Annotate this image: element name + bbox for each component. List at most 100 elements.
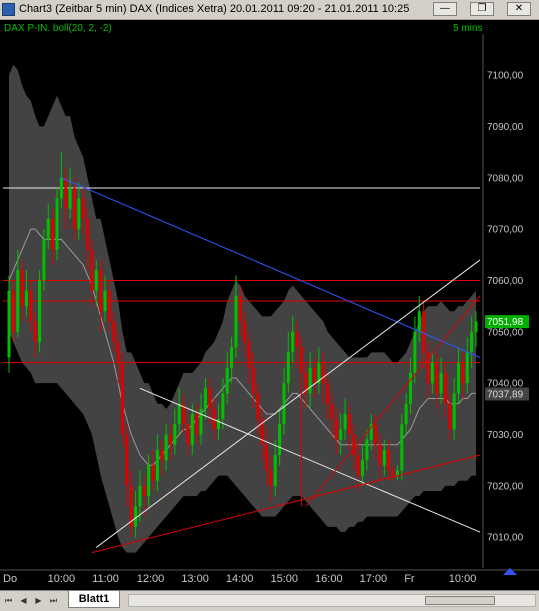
candle-body bbox=[378, 444, 382, 466]
chart-area[interactable]: 7100,00 7090,00 7080,00 7070,00 7060,00 7050,… bbox=[0, 20, 539, 590]
title-bar: Chart3 (Zeitbar 5 min) DAX (Indices Xetr… bbox=[0, 0, 539, 20]
indicator-label: DAX P-IN. boll(20, 2, -2) bbox=[4, 23, 112, 34]
candle-body bbox=[177, 403, 181, 425]
candle-body bbox=[339, 429, 343, 440]
candle-body bbox=[243, 321, 247, 343]
candle-body bbox=[203, 388, 207, 409]
minimize-button[interactable]: — bbox=[433, 2, 457, 16]
candle-body bbox=[457, 362, 461, 394]
candle-body bbox=[20, 270, 24, 307]
sheet-next-button[interactable]: ▶ bbox=[33, 595, 44, 606]
y-tick-label: 7020,00 bbox=[487, 481, 524, 492]
candle-body bbox=[46, 218, 50, 240]
x-tick-label: Fr bbox=[404, 573, 415, 585]
candle-body bbox=[417, 311, 421, 332]
candle-body bbox=[190, 413, 194, 445]
candle-body bbox=[313, 367, 317, 384]
candle-body bbox=[186, 424, 190, 445]
candle-body bbox=[208, 388, 212, 409]
candle-body bbox=[142, 485, 146, 497]
candle-body bbox=[94, 270, 98, 291]
status-bar: ⏮ ◀ ▶ ⏭ Blatt1 bbox=[0, 590, 539, 611]
window-title: Chart3 (Zeitbar 5 min) DAX (Indices Xetr… bbox=[19, 3, 410, 15]
candle-body bbox=[286, 352, 290, 384]
candle-body bbox=[413, 331, 417, 373]
secondary-price-label: 7037,89 bbox=[487, 389, 524, 400]
candle-body bbox=[72, 188, 76, 230]
x-tick-label: 17:00 bbox=[360, 573, 388, 585]
x-tick-label: 12:00 bbox=[137, 573, 165, 585]
candle-body bbox=[11, 290, 15, 332]
x-tick-label: 16:00 bbox=[315, 573, 343, 585]
candle-body bbox=[430, 362, 434, 384]
x-tick-label: Do bbox=[3, 573, 17, 585]
y-tick-label: 7070,00 bbox=[487, 225, 524, 236]
candle-body bbox=[234, 295, 238, 348]
candle-body bbox=[382, 449, 386, 466]
candle-body bbox=[247, 342, 251, 368]
candle-body bbox=[291, 331, 295, 353]
candle-body bbox=[164, 434, 168, 461]
candle-body bbox=[470, 331, 474, 353]
candle-body bbox=[347, 413, 351, 435]
candle-body bbox=[155, 449, 159, 481]
candle-body bbox=[387, 449, 391, 471]
candle-body bbox=[99, 270, 103, 312]
x-tick-label: 10:00 bbox=[48, 573, 76, 585]
bollinger-band-area bbox=[9, 64, 476, 553]
candle-body bbox=[352, 434, 356, 456]
candle-body bbox=[269, 470, 273, 486]
candle-body bbox=[422, 311, 426, 353]
candle-body bbox=[452, 393, 456, 430]
candle-body bbox=[465, 352, 469, 384]
y-tick-label: 7100,00 bbox=[487, 71, 524, 82]
candle-body bbox=[103, 290, 107, 312]
candle-body bbox=[107, 290, 111, 322]
close-button[interactable]: ✕ bbox=[507, 2, 531, 16]
candle-body bbox=[334, 419, 338, 440]
candle-body bbox=[225, 367, 229, 394]
candle-body bbox=[199, 408, 203, 435]
candle-body bbox=[160, 449, 164, 461]
candle-body bbox=[38, 280, 42, 343]
candle-body bbox=[16, 270, 20, 332]
candle-body bbox=[221, 393, 225, 420]
candle-body bbox=[64, 177, 68, 209]
x-tick-label: 15:00 bbox=[270, 573, 298, 585]
y-tick-label: 7060,00 bbox=[487, 276, 524, 287]
last-price-label: 7051,98 bbox=[487, 317, 524, 328]
candle-body bbox=[195, 413, 199, 435]
candle-body bbox=[295, 331, 299, 348]
x-tick-label: 11:00 bbox=[92, 573, 119, 585]
y-tick-label: 7080,00 bbox=[487, 173, 524, 184]
candle-body bbox=[278, 424, 282, 456]
candle-body bbox=[251, 367, 255, 394]
candle-body bbox=[326, 383, 330, 404]
candle-body bbox=[147, 465, 151, 497]
sheet-first-button[interactable]: ⏮ bbox=[3, 595, 14, 606]
candle-body bbox=[330, 403, 334, 420]
scrollbar-thumb[interactable] bbox=[425, 596, 495, 605]
candle-body bbox=[168, 434, 172, 445]
candle-body bbox=[77, 198, 81, 230]
y-tick-label: 7090,00 bbox=[487, 122, 524, 133]
candle-body bbox=[24, 290, 28, 307]
candle-body bbox=[7, 290, 11, 358]
price-chart[interactable]: 7100,00 7090,00 7080,00 7070,00 7060,00 7050,… bbox=[0, 20, 539, 590]
horizontal-scrollbar[interactable] bbox=[128, 594, 536, 607]
candle-body bbox=[282, 383, 286, 425]
candle-body bbox=[321, 362, 325, 384]
candle-body bbox=[439, 372, 443, 394]
x-tick-label: 14:00 bbox=[226, 573, 254, 585]
sheet-last-button[interactable]: ⏭ bbox=[48, 595, 59, 606]
restore-button[interactable]: ❐ bbox=[470, 2, 494, 16]
candle-body bbox=[125, 434, 129, 486]
candle-body bbox=[68, 188, 72, 209]
candle-body bbox=[395, 470, 399, 476]
candle-body bbox=[81, 198, 85, 219]
sheet-prev-button[interactable]: ◀ bbox=[18, 595, 29, 606]
candle-body bbox=[256, 393, 260, 420]
chart-window-icon bbox=[2, 3, 15, 16]
candle-body bbox=[365, 439, 369, 461]
sheet-tab[interactable]: Blatt1 bbox=[68, 591, 120, 608]
